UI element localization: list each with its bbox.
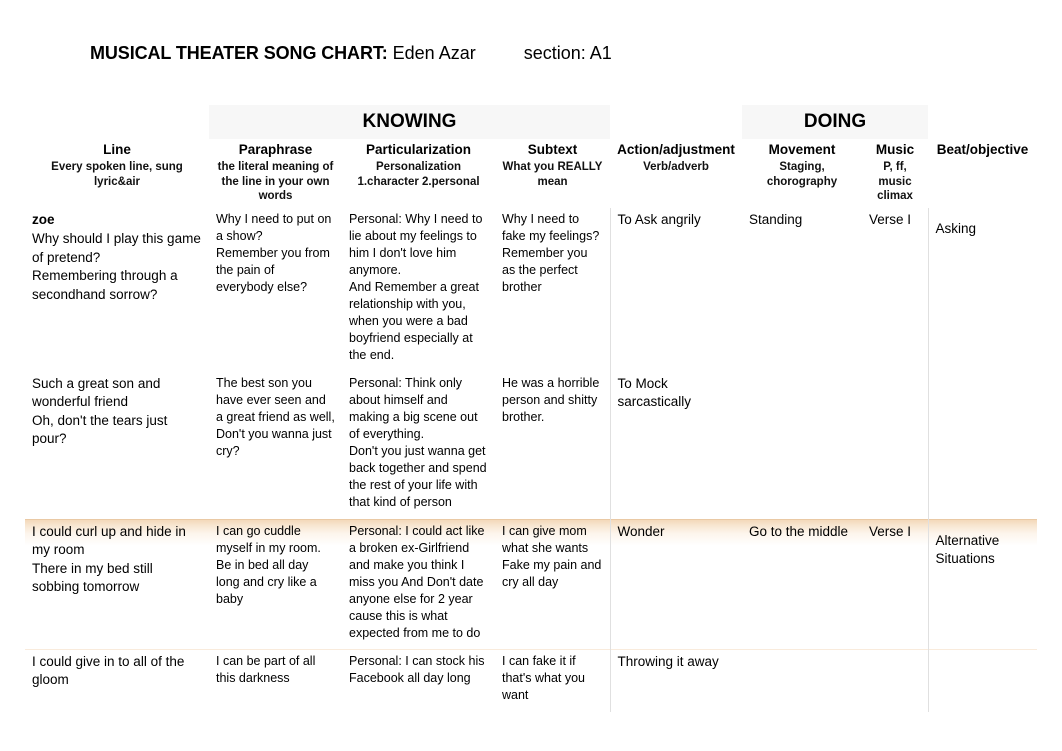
page-title-label: MUSICAL THEATER SONG CHART: — [90, 43, 388, 63]
cell-beat: Alternative Situations — [928, 518, 1037, 650]
song-chart-table: KNOWING DOING Line Every spoken line, su… — [25, 105, 1037, 712]
cell-particularization: Personal: Why I need to lie about my fee… — [349, 211, 483, 362]
cell-beat — [928, 372, 1037, 520]
cell-line: I could give in to all of the gloom — [32, 653, 185, 688]
band-row: KNOWING DOING — [25, 105, 1037, 139]
cell-particularization: Personal: I could act like a broken ex-G… — [342, 518, 495, 650]
column-title: Beat/objective — [936, 142, 1029, 157]
cell-movement: Go to the middle — [742, 518, 862, 650]
cell-paraphrase: I can go cuddle myself in my room. Be in … — [209, 518, 342, 650]
column-subtitle: Staging, chorography — [766, 161, 838, 188]
table-row-highlighted: I could curl up and hide in my room There… — [25, 518, 1037, 650]
student-name: Eden Azar — [392, 43, 476, 63]
table-row: zoe Why should I play this game of prete… — [25, 207, 1037, 372]
column-header-line: Line Every spoken line, sung lyric&air — [25, 139, 209, 208]
cell-action: To Ask angrily — [617, 211, 701, 227]
cell-action: Throwing it away — [617, 653, 719, 669]
cell-beat: Asking — [928, 208, 1037, 372]
cell-subtext: Why I need to fake my feelings? Remember … — [495, 207, 611, 372]
line-text: Why should I play this game of pretend? R… — [32, 231, 201, 302]
column-title: Movement — [768, 142, 836, 157]
cell-paraphrase: I can be part of all this darkness — [216, 653, 316, 685]
cell-subtext: I can fake it if that's what you want — [495, 649, 611, 712]
cell-beat — [928, 650, 1037, 712]
column-title: Music — [875, 142, 915, 157]
band-doing: DOING — [742, 105, 928, 139]
cell-line: zoe Why should I play this game of prete… — [25, 208, 209, 372]
cell-particularization: Personal: Think only about himself and m… — [349, 375, 487, 509]
cell-paraphrase: The best son you have ever seen and a gr… — [216, 375, 335, 458]
band-spacer-2 — [610, 105, 742, 139]
cell-subtext: He was a horrible person and shitty brot… — [495, 371, 611, 519]
column-subtitle: What you REALLY mean — [502, 161, 603, 188]
cell-music — [862, 371, 929, 519]
cell-line: Such a great son and wonderful friend Oh,… — [32, 375, 168, 447]
cell-line: I could curl up and hide in my room There… — [25, 518, 209, 650]
cell-movement — [742, 372, 862, 520]
column-title: Particularization — [365, 142, 472, 157]
cell-music: Verse I — [862, 207, 929, 372]
column-subtitle: Verb/adverb — [643, 161, 709, 173]
page-title: MUSICAL THEATER SONG CHART: Eden Azar sec… — [90, 42, 612, 64]
column-header-music: Music P, ff, music climax — [862, 139, 928, 208]
cell-action: To Mock sarcastically — [617, 375, 692, 410]
column-title: Paraphrase — [238, 142, 313, 157]
cell-music — [862, 649, 929, 712]
band-spacer — [25, 105, 209, 139]
column-header-paraphrase: Paraphrase the literal meaning of the li… — [209, 139, 342, 208]
cell-movement: Standing — [749, 211, 803, 227]
song-chart: KNOWING DOING Line Every spoken line, su… — [25, 105, 1037, 712]
column-header-particularization: Particularization Personalization 1.chara… — [342, 139, 495, 208]
band-knowing: KNOWING — [209, 105, 610, 139]
cell-music: Verse I — [862, 518, 929, 650]
column-header-subtext: Subtext What you REALLY mean — [495, 139, 610, 208]
cell-paraphrase: Why I need to put on a show? Remember you… — [216, 211, 332, 294]
speaker-name: zoe — [32, 211, 55, 227]
beat-text: Alternative Situations — [935, 532, 1000, 567]
cell-particularization: Personal: I can stock his Facebook all d… — [349, 653, 485, 685]
column-subtitle: P, ff, music climax — [877, 161, 913, 202]
table-row: I could give in to all of the gloom I ca… — [25, 649, 1037, 712]
column-title: Action/adjustment — [617, 142, 735, 157]
column-subtitle: the literal meaning of the line in your … — [217, 161, 334, 202]
column-title: Subtext — [527, 142, 578, 157]
column-header-action: Action/adjustment Verb/adverb — [610, 139, 742, 208]
section-label: section: A1 — [523, 43, 612, 63]
band-spacer-3 — [928, 105, 1037, 139]
header-row: Line Every spoken line, sung lyric&air P… — [25, 139, 1037, 208]
cell-subtext: I can give mom what she wants Fake my pa… — [495, 518, 611, 650]
beat-text: Asking — [935, 220, 977, 236]
column-header-beat: Beat/objective — [928, 139, 1037, 208]
table-row: Such a great son and wonderful friend Oh,… — [25, 371, 1037, 520]
column-subtitle: Personalization 1.character 2.personal — [357, 161, 480, 188]
column-title: Line — [103, 142, 131, 157]
cell-action: Wonder — [610, 518, 742, 650]
cell-movement — [742, 650, 862, 712]
column-header-movement: Movement Staging, chorography — [742, 139, 862, 208]
column-subtitle: Every spoken line, sung lyric&air — [51, 161, 183, 188]
